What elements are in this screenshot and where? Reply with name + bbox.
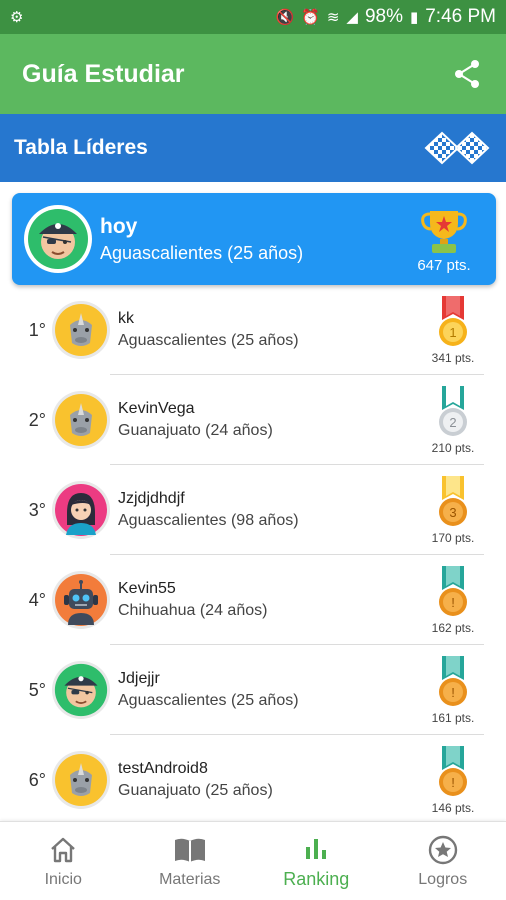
player-points: 170 pts. <box>431 530 475 545</box>
rank-number: 4° <box>28 589 46 610</box>
nav-item-inicio[interactable]: Inicio <box>0 822 127 900</box>
current-user-card[interactable]: hoy Aguascalientes (25 años) 647 pts. <box>12 193 496 285</box>
share-button[interactable] <box>450 57 484 91</box>
player-name: kk <box>118 310 134 327</box>
signal-icon: ◢ <box>346 9 358 26</box>
player-location: Chihuahua (24 años) <box>118 602 268 619</box>
avatar <box>52 481 110 539</box>
leaderboard-list[interactable]: 1° kk Aguascalientes (25 años) 1 341 pts… <box>12 285 496 821</box>
nav-item-ranking[interactable]: Ranking <box>253 822 380 900</box>
player-location: Aguascalientes (25 años) <box>118 692 299 709</box>
player-points: 341 pts. <box>431 350 475 365</box>
battery-icon: ▮ <box>409 9 419 26</box>
avatar <box>52 661 110 719</box>
silver-medal-icon: 2 <box>439 385 467 436</box>
bronze-medal-icon: 3 <box>439 475 467 526</box>
rank-number: 3° <box>28 499 46 520</box>
nav-label: Materias <box>159 870 221 888</box>
rank-number: 1° <box>28 319 46 340</box>
girl-avatar-icon <box>55 484 107 536</box>
rhino-avatar-icon <box>55 754 107 806</box>
player-name: Kevin55 <box>118 580 176 597</box>
medal-number: 3 <box>449 505 456 520</box>
player-name: Jzjdjdhdjf <box>118 490 185 507</box>
pirate-avatar-icon <box>54 663 108 717</box>
achievement-medal-icon: ! <box>439 655 467 706</box>
avatar <box>52 751 110 809</box>
section-header: Tabla Líderes <box>0 114 506 182</box>
star-badge-icon <box>428 835 457 864</box>
nav-label: Inicio <box>44 870 82 888</box>
rhino-avatar-icon <box>55 394 107 446</box>
nav-label: Ranking <box>283 869 350 889</box>
notification-icon: ⚙ <box>10 9 24 26</box>
rank-number: 2° <box>28 409 46 430</box>
gold-medal-icon: 1 <box>439 295 467 346</box>
current-user-name: hoy <box>100 214 138 238</box>
app-bar: Guía Estudiar <box>0 34 506 114</box>
nav-item-logros[interactable]: Logros <box>380 822 506 900</box>
share-icon <box>455 60 479 88</box>
avatar <box>52 301 110 359</box>
player-location: Guanajuato (24 años) <box>118 422 273 439</box>
player-name: testAndroid8 <box>118 760 208 777</box>
status-bar: ⚙ 🔇 ⏰ ≋ ◢ 98% ▮ 7:46 PM <box>0 0 506 34</box>
player-points: 210 pts. <box>431 440 475 455</box>
trophy-icon <box>421 210 467 253</box>
player-name: KevinVega <box>118 400 195 417</box>
medal-number: ! <box>451 775 455 790</box>
player-location: Aguascalientes (25 años) <box>118 332 299 349</box>
player-location: Aguascalientes (98 años) <box>118 512 299 529</box>
medal-number: 2 <box>449 415 456 430</box>
rank-number: 5° <box>28 679 46 700</box>
achievement-medal-icon: ! <box>439 565 467 616</box>
book-icon <box>174 838 205 862</box>
rhino-avatar-icon <box>55 304 107 356</box>
clock: 7:46 PM <box>425 6 496 27</box>
medal-number: 1 <box>449 325 456 340</box>
avatar <box>24 205 92 273</box>
avatar <box>52 571 110 629</box>
app-title: Guía Estudiar <box>22 59 185 88</box>
leaderboard-row[interactable]: 4° Kevin55 Chihuahua (24 años) ! 162 pts… <box>12 555 496 645</box>
current-user-points: 647 pts. <box>417 256 471 274</box>
checkered-flags-icon <box>424 131 490 165</box>
player-points: 146 pts. <box>431 800 475 815</box>
bar-chart-icon <box>306 839 327 859</box>
pirate-avatar-icon <box>28 209 88 269</box>
mute-icon: 🔇 <box>275 9 295 26</box>
wifi-icon: ≋ <box>326 9 340 26</box>
current-user-location: Aguascalientes (25 años) <box>100 242 304 263</box>
rank-number: 6° <box>28 769 46 790</box>
player-name: Jdjejjr <box>118 670 160 687</box>
medal-number: ! <box>451 685 455 700</box>
battery-percent: 98% <box>364 6 403 27</box>
nav-item-materias[interactable]: Materias <box>127 822 254 900</box>
leaderboard-row[interactable]: 3° Jzjdjdhdjf Aguascalientes (98 años) 3… <box>12 465 496 555</box>
section-title: Tabla Líderes <box>14 136 148 159</box>
alarm-icon: ⏰ <box>301 9 320 26</box>
leaderboard-row[interactable]: 6° testAndroid8 Guanajuato (25 años) ! 1… <box>12 735 496 821</box>
player-points: 162 pts. <box>431 620 475 635</box>
leaderboard-row[interactable]: 5° Jdjejjr Aguascalientes (25 años) ! 16… <box>12 645 496 735</box>
player-location: Guanajuato (25 años) <box>118 782 273 799</box>
avatar <box>52 391 110 449</box>
medal-number: ! <box>451 595 455 610</box>
home-icon <box>51 837 76 862</box>
robot-avatar-icon <box>55 574 107 626</box>
achievement-medal-icon: ! <box>439 745 467 796</box>
bottom-navigation: Inicio Materias Ranking Logros <box>0 821 506 900</box>
player-points: 161 pts. <box>431 710 475 725</box>
nav-label: Logros <box>418 870 468 888</box>
leaderboard-row[interactable]: 1° kk Aguascalientes (25 años) 1 341 pts… <box>12 285 496 375</box>
leaderboard-row[interactable]: 2° KevinVega Guanajuato (24 años) 2 210 … <box>12 375 496 465</box>
